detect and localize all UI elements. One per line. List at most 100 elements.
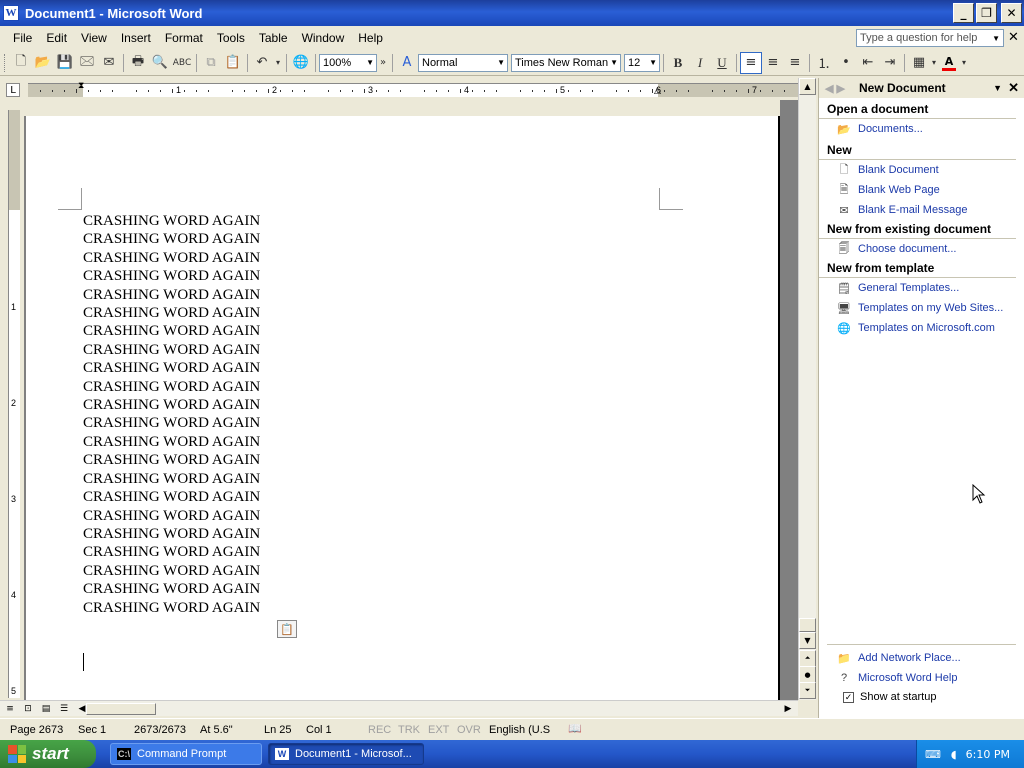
borders-icon[interactable]: ▦: [908, 52, 930, 74]
toolbar-overflow-icon[interactable]: »: [377, 52, 389, 74]
indent-marker-icon[interactable]: ⧗: [78, 81, 84, 91]
document-line[interactable]: CRASHING WORD AGAIN: [83, 230, 260, 248]
title-bar[interactable]: W Document1 - Microsoft Word _ ❐ ✕: [0, 0, 1024, 26]
close-button[interactable]: ✕: [1001, 3, 1022, 23]
horizontal-scrollbar[interactable]: ≡ ⊡ ▤ ☰ ◀ ▶: [0, 700, 798, 716]
menu-window[interactable]: Window: [295, 28, 352, 48]
scroll-right-icon[interactable]: ▶: [780, 702, 796, 716]
open-folder-icon[interactable]: 📂: [32, 52, 54, 74]
link-blank-email[interactable]: ✉ Blank E-mail Message: [819, 200, 1024, 220]
font-color-icon[interactable]: A: [938, 52, 960, 74]
font-select[interactable]: Times New Roman ▼: [511, 53, 621, 72]
italic-button[interactable]: I: [689, 52, 711, 74]
next-page-icon[interactable]: ⏷: [799, 682, 816, 699]
align-center-icon[interactable]: ≡: [762, 52, 784, 74]
menu-help[interactable]: Help: [351, 28, 390, 48]
show-at-startup-checkbox[interactable]: ✓ Show at startup: [819, 688, 1024, 706]
web-layout-icon[interactable]: ⊡: [20, 702, 36, 716]
zoom-select[interactable]: 100% ▼: [319, 53, 377, 72]
new-document-icon[interactable]: 🗋: [10, 52, 32, 74]
document-line[interactable]: CRASHING WORD AGAIN: [83, 359, 260, 377]
right-indent-marker-icon[interactable]: △: [654, 86, 661, 96]
previous-page-icon[interactable]: ⏶: [799, 650, 816, 667]
menu-view[interactable]: View: [74, 28, 114, 48]
help-search-input[interactable]: Type a question for help ▼: [856, 29, 1004, 47]
web-toolbar-icon[interactable]: 🌐: [290, 52, 312, 74]
checkbox-checked-icon[interactable]: ✓: [843, 691, 854, 703]
link-general-templates[interactable]: 🗒 General Templates...: [819, 278, 1024, 298]
outline-view-icon[interactable]: ☰: [56, 702, 72, 716]
paste-icon[interactable]: 📋: [222, 52, 244, 74]
link-add-network-place[interactable]: 📁 Add Network Place...: [819, 648, 1024, 668]
document-line[interactable]: CRASHING WORD AGAIN: [83, 525, 260, 543]
status-ext[interactable]: EXT: [428, 724, 449, 736]
taskbar-command-prompt[interactable]: C:\ Command Prompt: [110, 743, 262, 765]
styles-pane-icon[interactable]: A: [396, 52, 418, 74]
document-line[interactable]: CRASHING WORD AGAIN: [83, 249, 260, 267]
increase-indent-icon[interactable]: ⇥: [879, 52, 901, 74]
document-line[interactable]: CRASHING WORD AGAIN: [83, 599, 260, 617]
task-pane-close-icon[interactable]: ✕: [1008, 80, 1019, 96]
print-preview-icon[interactable]: 🔍: [149, 52, 171, 74]
normal-view-icon[interactable]: ≡: [2, 702, 18, 716]
link-microsoft-templates[interactable]: 🌐 Templates on Microsoft.com: [819, 318, 1024, 338]
link-word-help[interactable]: ? Microsoft Word Help: [819, 668, 1024, 688]
document-line[interactable]: CRASHING WORD AGAIN: [83, 543, 260, 561]
start-button[interactable]: start: [0, 740, 96, 768]
link-blank-document[interactable]: 🗋 Blank Document: [819, 160, 1024, 180]
tab-selector-icon[interactable]: L: [6, 83, 20, 97]
document-line[interactable]: CRASHING WORD AGAIN: [83, 414, 260, 432]
status-rec[interactable]: REC: [368, 724, 391, 736]
spelling-status-icon[interactable]: 📖: [568, 722, 582, 735]
status-language[interactable]: English (U.S: [489, 724, 550, 736]
keyboard-icon[interactable]: ⌨: [925, 748, 941, 761]
link-blank-web-page[interactable]: 🗎 Blank Web Page: [819, 180, 1024, 200]
document-line[interactable]: CRASHING WORD AGAIN: [83, 378, 260, 396]
document-line[interactable]: CRASHING WORD AGAIN: [83, 470, 260, 488]
numbering-icon[interactable]: ⒈: [813, 52, 835, 74]
font-size-select[interactable]: 12 ▼: [624, 53, 660, 72]
style-select[interactable]: Normal ▼: [418, 53, 508, 72]
vertical-ruler[interactable]: 1 2 3 4 5: [8, 110, 20, 698]
link-choose-document[interactable]: 🗐 Choose document...: [819, 239, 1024, 259]
document-line[interactable]: CRASHING WORD AGAIN: [83, 562, 260, 580]
permission-icon[interactable]: 🖂: [76, 52, 98, 74]
document-line[interactable]: CRASHING WORD AGAIN: [83, 286, 260, 304]
bullets-icon[interactable]: •: [835, 52, 857, 74]
align-left-icon[interactable]: ≡: [740, 51, 762, 74]
minimize-button[interactable]: _: [953, 3, 974, 23]
scroll-up-icon[interactable]: ▲: [799, 78, 816, 95]
underline-button[interactable]: U: [711, 52, 733, 74]
menu-file[interactable]: File: [6, 28, 39, 48]
document-line[interactable]: CRASHING WORD AGAIN: [83, 322, 260, 340]
decrease-indent-icon[interactable]: ⇤: [857, 52, 879, 74]
copy-icon[interactable]: ⧉: [200, 52, 222, 74]
menu-edit[interactable]: Edit: [39, 28, 74, 48]
vertical-scrollbar[interactable]: ▲ ▼ ⏶ ● ⏷: [798, 78, 816, 700]
word-app-icon[interactable]: W: [3, 5, 19, 21]
scroll-thumb[interactable]: [799, 618, 816, 632]
link-documents[interactable]: 📂 Documents...: [819, 119, 1024, 139]
menu-table[interactable]: Table: [252, 28, 295, 48]
document-page[interactable]: CRASHING WORD AGAIN CRASHING WORD AGAIN CR…: [26, 116, 780, 700]
document-line[interactable]: CRASHING WORD AGAIN: [83, 396, 260, 414]
document-line[interactable]: CRASHING WORD AGAIN: [83, 212, 260, 230]
save-icon[interactable]: 💾: [54, 52, 76, 74]
task-pane-nav-icon[interactable]: ◀▶: [825, 82, 859, 95]
borders-dropdown-icon[interactable]: ▾: [930, 52, 938, 74]
document-line[interactable]: CRASHING WORD AGAIN: [83, 507, 260, 525]
clock[interactable]: 6:10 PM: [966, 748, 1010, 761]
restore-button[interactable]: ❐: [976, 3, 997, 23]
document-line[interactable]: CRASHING WORD AGAIN: [83, 451, 260, 469]
menu-insert[interactable]: Insert: [114, 28, 158, 48]
task-pane-dropdown-icon[interactable]: ▼: [993, 83, 1002, 93]
print-layout-icon[interactable]: ▤: [38, 702, 54, 716]
link-web-site-templates[interactable]: 🖥 Templates on my Web Sites...: [819, 298, 1024, 318]
spelling-icon[interactable]: ABC: [171, 52, 193, 74]
chevron-down-icon[interactable]: ▼: [992, 34, 1000, 43]
undo-icon[interactable]: ↶: [251, 52, 273, 74]
document-line[interactable]: CRASHING WORD AGAIN: [83, 267, 260, 285]
font-color-dropdown-icon[interactable]: ▾: [960, 52, 968, 74]
select-browse-object-icon[interactable]: ●: [799, 666, 816, 683]
document-line[interactable]: CRASHING WORD AGAIN: [83, 580, 260, 598]
